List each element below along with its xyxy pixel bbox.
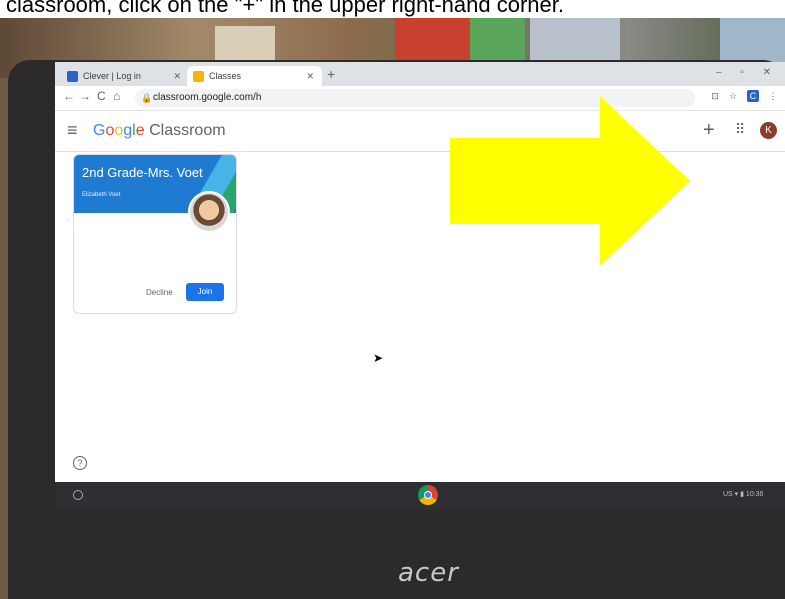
tab-label: Classes <box>209 71 242 81</box>
cast-icon[interactable]: ⊡ <box>709 90 721 102</box>
class-title[interactable]: 2nd Grade-Mrs. Voet <box>82 165 203 180</box>
status-tray[interactable]: US ▾ ▮ 10:36 <box>723 490 763 498</box>
back-icon[interactable]: ← <box>63 89 75 103</box>
os-shelf: US ▾ ▮ 10:36 <box>55 482 785 510</box>
launcher-icon[interactable] <box>73 490 83 500</box>
menu-icon[interactable]: ≡ <box>67 120 78 141</box>
class-card[interactable]: 2nd Grade-Mrs. Voet Elizabeth Voet Decli… <box>73 154 237 314</box>
mouse-cursor-icon: ➤ <box>373 351 384 365</box>
teacher-name: Elizabeth Voet <box>82 192 121 198</box>
new-tab-icon[interactable]: + <box>327 66 335 82</box>
help-icon[interactable]: ? <box>73 456 87 470</box>
tab-bar: Clever | Log in ✕ Classes ✕ + – ▫ ✕ <box>55 62 785 86</box>
decline-button[interactable]: Decline <box>146 288 173 297</box>
google-classroom-logo[interactable]: Google Classroom <box>93 122 226 140</box>
teacher-avatar <box>188 191 230 233</box>
classroom-favicon-icon <box>193 71 204 82</box>
tab-classes[interactable]: Classes ✕ <box>187 66 322 86</box>
more-icon[interactable]: ⋮ <box>767 90 779 102</box>
yellow-arrow-annotation <box>450 96 690 266</box>
tab-clever[interactable]: Clever | Log in ✕ <box>61 66 189 86</box>
google-apps-icon[interactable]: ⠿ <box>735 121 745 138</box>
close-icon[interactable]: ✕ <box>173 66 181 86</box>
create-join-class-icon[interactable]: + <box>703 119 715 142</box>
join-button[interactable]: Join <box>186 283 224 301</box>
tab-label: Clever | Log in <box>83 71 141 81</box>
clever-favicon-icon <box>67 71 78 82</box>
close-icon[interactable]: ✕ <box>306 66 314 86</box>
lock-icon: 🔒 <box>141 93 153 103</box>
laptop-brand: acer <box>398 558 459 588</box>
url-text: classroom.google.com/h <box>153 92 262 103</box>
reload-icon[interactable]: C <box>97 89 106 103</box>
forward-icon[interactable]: → <box>79 89 91 103</box>
window-controls[interactable]: – ▫ ✕ <box>716 67 779 78</box>
star-icon[interactable]: ☆ <box>727 90 739 102</box>
chrome-browser-icon[interactable] <box>418 485 438 505</box>
home-icon[interactable]: ⌂ <box>113 89 120 103</box>
clever-icon[interactable]: C <box>747 90 759 102</box>
instruction-caption: classroom, click on the "+" in the upper… <box>0 0 785 20</box>
account-avatar[interactable]: K <box>760 122 777 139</box>
